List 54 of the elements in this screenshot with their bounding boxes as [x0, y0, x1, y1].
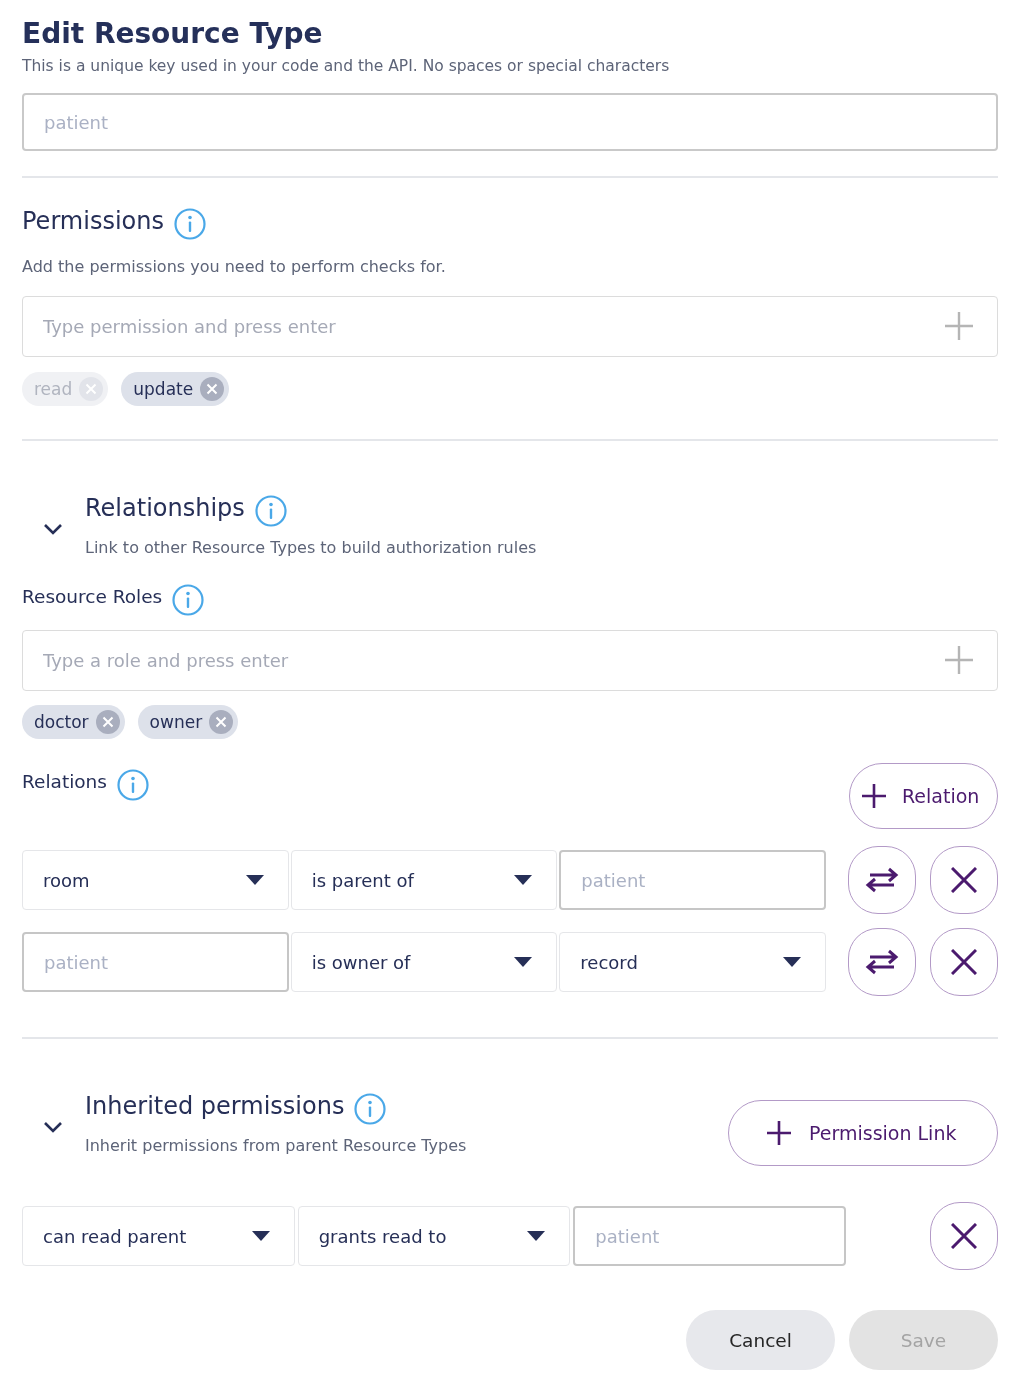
section-description: Add the permissions you need to perform checks for.	[22, 257, 446, 277]
field-label: Resource Roles	[22, 585, 163, 609]
info-icon[interactable]	[172, 584, 205, 616]
delete-button[interactable]	[930, 928, 998, 996]
add-permission-link-button[interactable]: Permission Link	[728, 1100, 998, 1166]
plus-icon[interactable]	[945, 312, 973, 340]
field-label: Relations	[22, 770, 107, 794]
plus-icon	[767, 1121, 791, 1145]
remove-icon[interactable]	[95, 710, 120, 734]
caret-icon	[527, 1231, 546, 1241]
plus-icon[interactable]	[945, 646, 973, 674]
caret-icon	[251, 1231, 270, 1241]
swap-button[interactable]	[848, 928, 916, 996]
dropdown[interactable]: record	[559, 932, 826, 992]
info-icon[interactable]	[116, 769, 149, 801]
page-title: Edit Resource Type	[22, 16, 323, 52]
delete-button[interactable]	[930, 846, 998, 914]
add-relation-button[interactable]: Relation	[849, 763, 998, 829]
section-heading: Permissions	[22, 206, 164, 236]
info-icon[interactable]	[254, 495, 287, 527]
role-tag[interactable]: owner	[137, 705, 239, 739]
swap-arrows-icon	[864, 949, 900, 975]
caret-icon	[514, 957, 533, 967]
close-icon	[951, 867, 977, 893]
section-heading: Relationships	[85, 493, 245, 523]
remove-icon[interactable]	[209, 710, 234, 734]
dropdown[interactable]: is owner of	[290, 932, 558, 992]
close-icon	[951, 1223, 977, 1249]
caret-icon	[514, 875, 533, 885]
info-icon[interactable]	[354, 1093, 387, 1125]
cancel-button[interactable]: Cancel	[686, 1310, 835, 1370]
caret-icon	[245, 875, 264, 885]
dropdown[interactable]: can read parent	[22, 1206, 295, 1266]
caret-icon	[783, 957, 801, 967]
dropdown[interactable]: room	[22, 850, 289, 910]
section-heading: Inherited permissions	[85, 1091, 345, 1121]
chevron-icon[interactable]	[43, 1121, 63, 1133]
delete-button[interactable]	[930, 1202, 998, 1270]
dropdown[interactable]: is parent of	[290, 850, 558, 910]
permission-input[interactable]: Type permission and press enter	[22, 296, 998, 357]
swap-button[interactable]	[848, 846, 916, 914]
role-tag[interactable]: doctor	[22, 705, 125, 739]
info-icon[interactable]	[173, 208, 206, 240]
role-input[interactable]: Type a role and press enter	[22, 630, 998, 691]
plus-icon	[862, 784, 886, 808]
section-description: Inherit permissions from parent Resource Types	[85, 1136, 467, 1156]
close-icon	[951, 949, 977, 975]
permission-tag[interactable]: update	[121, 372, 230, 406]
section-description: Link to other Resource Types to build authorization rules	[85, 538, 537, 558]
remove-icon[interactable]	[200, 377, 225, 401]
dropdown[interactable]: grants read to	[297, 1206, 571, 1266]
swap-arrows-icon	[864, 867, 900, 893]
field-hint: This is a unique key used in your code and the API. No spaces or special characters	[22, 57, 670, 75]
chevron-icon[interactable]	[43, 523, 63, 535]
